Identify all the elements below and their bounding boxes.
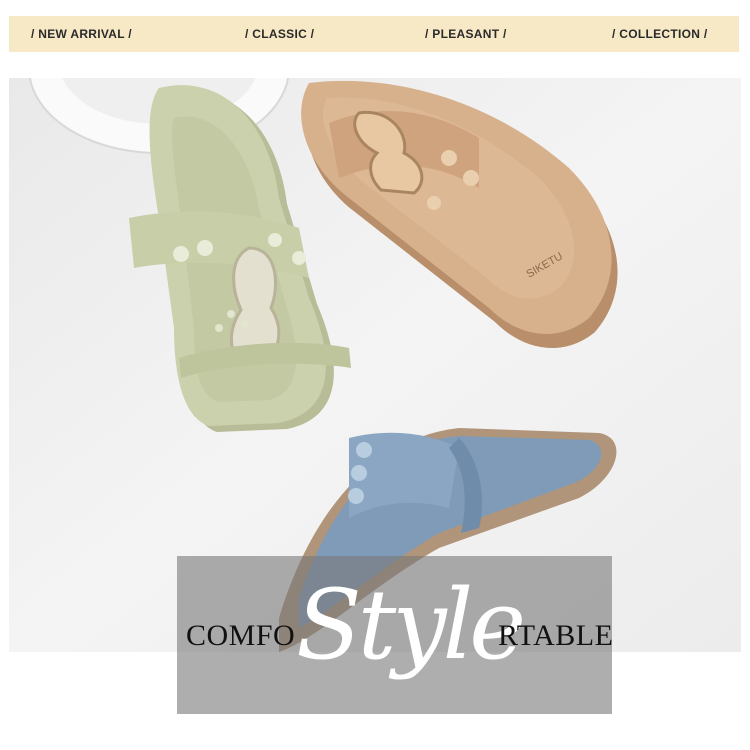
tag-collection: / COLLECTION / [612, 27, 708, 41]
tag-new-arrival: / NEW ARRIVAL / [31, 27, 132, 41]
tag-pleasant: / PLEASANT / [425, 27, 507, 41]
tag-bar: / NEW ARRIVAL / / CLASSIC / / PLEASANT /… [9, 16, 739, 52]
caption-right: RTABLE [498, 619, 614, 652]
caption-style-word: Style [296, 569, 526, 681]
caption-left: COMFO [186, 619, 296, 652]
tag-classic: / CLASSIC / [245, 27, 315, 41]
